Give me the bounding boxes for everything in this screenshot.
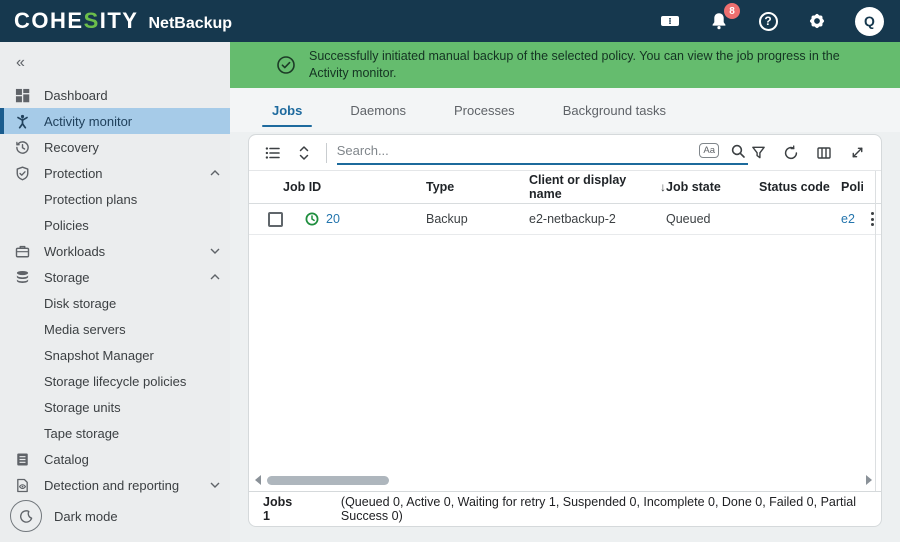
tab-jobs[interactable]: Jobs bbox=[248, 88, 326, 132]
recovery-icon bbox=[14, 139, 31, 156]
user-avatar[interactable]: Q bbox=[855, 7, 884, 36]
vertical-scroll-track bbox=[875, 171, 876, 491]
jobs-count: Jobs 1 bbox=[263, 495, 299, 523]
row-client: e2-netbackup-2 bbox=[529, 212, 666, 226]
brand-cohesity: COHESITY bbox=[14, 8, 138, 34]
row-job-state: Queued bbox=[666, 212, 759, 226]
sidebar-item-storage-units[interactable]: Storage units bbox=[0, 394, 230, 420]
settings-gear-icon[interactable] bbox=[806, 10, 828, 32]
header-client[interactable]: Client or display name ↓ bbox=[529, 173, 666, 201]
scroll-left-arrow[interactable] bbox=[255, 475, 261, 485]
expand-icon[interactable] bbox=[847, 143, 867, 163]
view-list-icon[interactable] bbox=[263, 143, 282, 163]
topbar: COHESITY NetBackup 8 ? Q bbox=[0, 0, 900, 42]
success-banner: Successfully initiated manual backup of … bbox=[230, 42, 900, 88]
scrollbar-thumb[interactable] bbox=[267, 476, 389, 485]
sidebar-item-tape-storage[interactable]: Tape storage bbox=[0, 420, 230, 446]
sidebar-item-snapshot-manager[interactable]: Snapshot Manager bbox=[0, 342, 230, 368]
sidebar-item-disk-storage[interactable]: Disk storage bbox=[0, 290, 230, 316]
chevron-up-icon bbox=[210, 170, 220, 176]
toolbar-right-icons bbox=[748, 143, 867, 163]
table-row[interactable]: 20 Backup e2-netbackup-2 Queued e2 bbox=[249, 204, 881, 235]
job-id-link[interactable]: 20 bbox=[326, 212, 340, 226]
tab-processes[interactable]: Processes bbox=[430, 88, 539, 132]
tab-background-tasks[interactable]: Background tasks bbox=[539, 88, 690, 132]
match-case-button[interactable]: Aa bbox=[699, 143, 719, 158]
sidebar-item-protection-plans[interactable]: Protection plans bbox=[0, 186, 230, 212]
sidebar-item-storage-lifecycle-policies[interactable]: Storage lifecycle policies bbox=[0, 368, 230, 394]
header-job-state[interactable]: Job state bbox=[666, 180, 759, 194]
brand-logo: COHESITY NetBackup bbox=[14, 8, 232, 34]
sidebar-item-recovery[interactable]: Recovery bbox=[0, 134, 230, 160]
moon-icon bbox=[10, 500, 42, 532]
notifications-bell-icon[interactable]: 8 bbox=[708, 10, 730, 32]
table-empty-area bbox=[249, 235, 881, 471]
sidebar-item-activity-monitor[interactable]: Activity monitor bbox=[0, 108, 230, 134]
sidebar-collapse-button[interactable]: « bbox=[0, 50, 40, 82]
sidebar-item-media-servers[interactable]: Media servers bbox=[0, 316, 230, 342]
activity-monitor-icon bbox=[14, 113, 31, 130]
row-checkbox[interactable] bbox=[268, 212, 283, 227]
search-icon[interactable] bbox=[728, 141, 748, 161]
ticket-icon[interactable] bbox=[659, 10, 681, 32]
jobs-summary: (Queued 0, Active 0, Waiting for retry 1… bbox=[341, 495, 867, 523]
header-job-id[interactable]: Job ID bbox=[283, 180, 426, 194]
chevron-down-icon bbox=[210, 482, 220, 488]
chevron-up-icon bbox=[210, 274, 220, 280]
scroll-right-arrow[interactable] bbox=[866, 475, 872, 485]
header-policy[interactable]: Policy bbox=[841, 180, 863, 194]
table-footer: Jobs 1 (Queued 0, Active 0, Waiting for … bbox=[249, 491, 881, 526]
jobs-table-card: Aa bbox=[248, 134, 882, 527]
header-type[interactable]: Type bbox=[426, 180, 529, 194]
horizontal-scrollbar bbox=[249, 471, 881, 491]
sidebar-item-dashboard[interactable]: Dashboard bbox=[0, 82, 230, 108]
header-status-code[interactable]: Status code bbox=[759, 180, 841, 194]
sidebar-item-workloads[interactable]: Workloads bbox=[0, 238, 230, 264]
sort-rows-icon[interactable] bbox=[294, 143, 313, 163]
toolbar-divider bbox=[326, 143, 327, 163]
dashboard-icon bbox=[14, 87, 31, 104]
row-policy-link[interactable]: e2 bbox=[841, 212, 855, 226]
sidebar: « Dashboard Activity monitor bbox=[0, 42, 230, 542]
sidebar-item-policies[interactable]: Policies bbox=[0, 212, 230, 238]
topbar-actions: 8 ? Q bbox=[659, 7, 884, 36]
report-eye-icon bbox=[14, 477, 31, 494]
columns-icon[interactable] bbox=[814, 143, 834, 163]
search-input[interactable] bbox=[337, 143, 700, 158]
sidebar-item-catalog[interactable]: Catalog bbox=[0, 446, 230, 472]
database-icon bbox=[14, 269, 31, 286]
main-content: Successfully initiated manual backup of … bbox=[230, 42, 900, 542]
refresh-icon[interactable] bbox=[781, 143, 801, 163]
tab-daemons[interactable]: Daemons bbox=[326, 88, 430, 132]
chevron-down-icon bbox=[210, 248, 220, 254]
sidebar-nav: Dashboard Activity monitor Recovery bbox=[0, 82, 230, 498]
search-field: Aa bbox=[337, 141, 748, 165]
catalog-book-icon bbox=[14, 451, 31, 468]
queued-clock-icon bbox=[305, 212, 319, 226]
notification-badge: 8 bbox=[724, 3, 740, 19]
table-header-row: Job ID Type Client or display name ↓ Job… bbox=[249, 171, 881, 204]
filter-icon[interactable] bbox=[748, 143, 768, 163]
shield-check-icon bbox=[14, 165, 31, 182]
briefcase-icon bbox=[14, 243, 31, 260]
check-circle-icon bbox=[276, 55, 296, 75]
banner-message: Successfully initiated manual backup of … bbox=[309, 48, 854, 82]
brand-accent-letter: S bbox=[84, 8, 100, 33]
sidebar-item-protection[interactable]: Protection bbox=[0, 160, 230, 186]
netbackup-app: COHESITY NetBackup 8 ? Q « bbox=[0, 0, 900, 542]
row-type: Backup bbox=[426, 212, 529, 226]
sidebar-item-storage[interactable]: Storage bbox=[0, 264, 230, 290]
table-toolbar: Aa bbox=[249, 135, 881, 171]
dark-mode-toggle[interactable]: Dark mode bbox=[10, 500, 118, 532]
help-icon[interactable]: ? bbox=[757, 10, 779, 32]
product-name: NetBackup bbox=[148, 15, 232, 33]
tabstrip: Jobs Daemons Processes Background tasks bbox=[230, 88, 900, 132]
sidebar-item-detection-and-reporting[interactable]: Detection and reporting bbox=[0, 472, 230, 498]
